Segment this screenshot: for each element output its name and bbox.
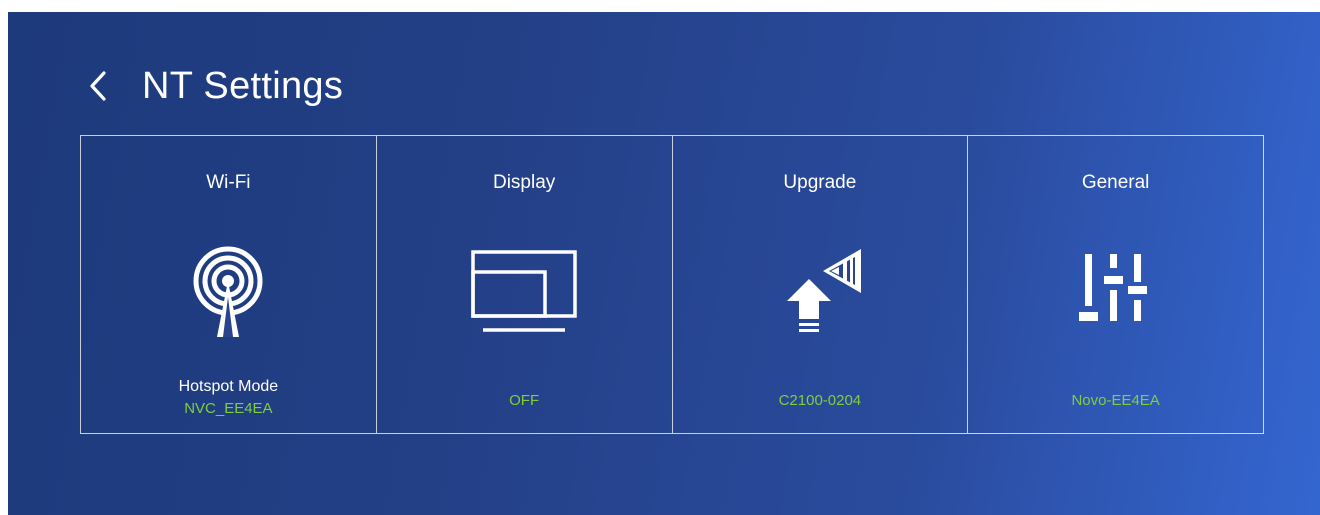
panel-subtitle: Hotspot Mode — [178, 378, 279, 395]
settings-panels: Wi-Fi Hotspot Mode NVC_EE4EA Display OFF… — [80, 135, 1264, 434]
panel-title: Display — [492, 172, 556, 193]
sliders-icon — [1061, 236, 1171, 346]
panel-upgrade[interactable]: Upgrade C2100-0204 — [673, 136, 969, 433]
panel-status: NVC_EE4EA — [184, 400, 273, 417]
display-icon — [469, 236, 579, 346]
panel-status: C2100-0204 — [778, 392, 862, 409]
settings-screen: NT Settings Wi-Fi Hotspot Mode NVC_EE4EA… — [8, 12, 1320, 515]
panel-general[interactable]: General Novo-EE4EA — [968, 136, 1263, 433]
page-title: NT Settings — [142, 64, 344, 107]
panel-status: Novo-EE4EA — [1071, 392, 1160, 409]
panel-title: Wi-Fi — [206, 172, 251, 193]
wifi-antenna-icon — [173, 236, 283, 346]
header: NT Settings — [88, 56, 343, 116]
back-button[interactable] — [88, 66, 122, 106]
panel-title: Upgrade — [783, 172, 857, 193]
panel-title: General — [1081, 172, 1150, 193]
panel-wifi[interactable]: Wi-Fi Hotspot Mode NVC_EE4EA — [81, 136, 377, 433]
chevron-left-icon — [90, 71, 106, 101]
panel-display[interactable]: Display OFF — [377, 136, 673, 433]
panel-status: OFF — [509, 392, 540, 409]
upgrade-icon — [765, 236, 875, 346]
